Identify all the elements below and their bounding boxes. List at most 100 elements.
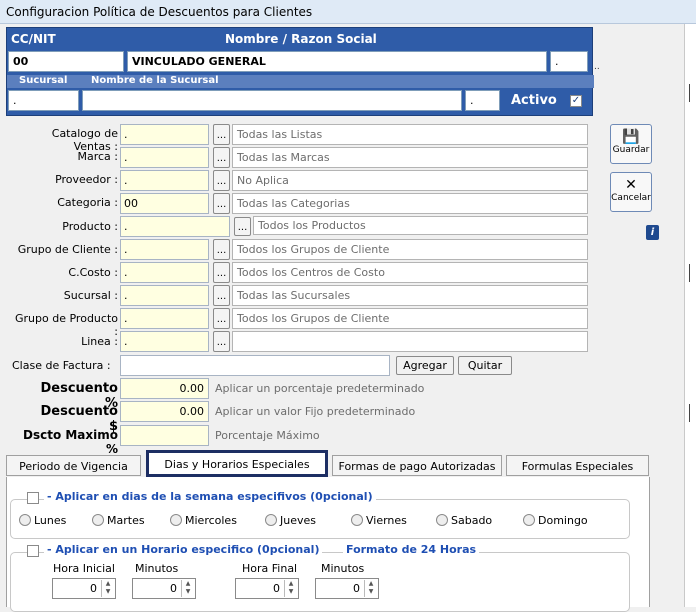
radio-sabado[interactable]: Sabado [436,514,492,527]
radio-viernes-label: Viernes [366,514,407,527]
descuento-val-field[interactable]: 0.00 [120,401,209,422]
header-dots: .. [594,62,600,72]
sucursal-row-label: Sucursal : [63,289,118,302]
radio-lunes-label: Lunes [34,514,67,527]
window-title: Configuracion Política de Descuentos par… [0,0,696,24]
producto-browse-button[interactable]: ... [234,217,251,236]
radio-viernes[interactable]: Viernes [351,514,407,527]
radio-domingo[interactable]: Domingo [523,514,588,527]
radio-miercoles-label: Miercoles [185,514,237,527]
minutos1-stepper[interactable]: 0 ▲ ▼ [132,578,196,599]
activo-checkbox[interactable]: ✓ [570,95,582,107]
quitar-button[interactable]: Quitar [458,356,512,375]
floppy-disk-icon: 💾 [622,129,640,145]
activo-label: Activo [511,93,557,108]
producto-field[interactable]: . [120,216,230,237]
linea-browse-button[interactable]: ... [213,331,230,352]
radio-lunes[interactable]: Lunes [19,514,66,527]
proveedor-browse-button[interactable]: ... [213,170,230,191]
tab-periodo-vigencia[interactable]: Periodo de Vigencia [6,455,141,476]
ccosto-label: C.Costo : [68,266,118,279]
categoria-field[interactable]: 00 [120,193,209,214]
spin-arrows-icon[interactable]: ▲ ▼ [284,580,297,597]
radio-jueves-label: Jueves [280,514,316,527]
radio-domingo-label: Domingo [538,514,588,527]
sucursal-label: Sucursal [19,75,68,86]
grupo-cliente-browse-button[interactable]: ... [213,239,230,260]
grupo-producto-browse-button[interactable]: ... [213,308,230,329]
clase-factura-field[interactable] [120,355,390,376]
horario-checkbox[interactable] [27,545,39,557]
spin-arrows-icon[interactable]: ▲ ▼ [101,580,114,597]
cancelar-button[interactable]: ✕ Cancelar [610,172,652,212]
radio-circle [265,514,277,526]
radio-sabado-label: Sabado [451,514,493,527]
strip-tick [689,84,690,102]
minutos2-stepper[interactable]: 0 ▲ ▼ [315,578,379,599]
grupo-producto-desc: Todos los Grupos de Cliente [232,308,588,329]
tab-formulas-especiales[interactable]: Formulas Especiales [506,455,649,476]
cancelar-label: Cancelar [611,193,651,203]
catalogo-field[interactable]: . [120,124,209,145]
radio-circle [436,514,448,526]
radio-circle [92,514,104,526]
linea-field[interactable]: . [120,331,209,352]
ccosto-desc: Todos los Centros de Costo [232,262,588,283]
strip-tick [689,404,690,422]
agregar-button[interactable]: Agregar [396,356,454,375]
guardar-button[interactable]: 💾 Guardar [610,124,652,164]
hora-inicial-stepper[interactable]: 0 ▲ ▼ [52,578,116,599]
radio-circle [523,514,535,526]
grupo-cliente-label: Grupo de Cliente : [17,243,118,256]
proveedor-label: Proveedor : [55,173,118,186]
hora-inicial-label: Hora Inicial [53,562,115,575]
nombre-sucursal-field[interactable] [82,90,462,111]
nombre-label: Nombre / Razon Social [225,32,377,46]
radio-circle [19,514,31,526]
header-extra-field[interactable]: . [550,51,588,72]
nombre-field[interactable]: VINCULADO GENERAL [127,51,547,72]
hora-inicial-value: 0 [90,582,97,595]
dscto-max-label: Dscto Maximo % [22,428,118,456]
grupo-producto-field[interactable]: . [120,308,209,329]
sucursal-extra-field[interactable]: . [465,90,500,111]
tab-strip: Periodo de Vigencia Dias y Horarios Espe… [6,450,650,477]
minutos2-label: Minutos [321,562,365,575]
marca-browse-button[interactable]: ... [213,147,230,168]
descuento-pct-field[interactable]: 0.00 [120,378,209,399]
hora-final-stepper[interactable]: 0 ▲ ▼ [235,578,299,599]
descuento-pct-hint: Aplicar un porcentaje predeterminado [215,382,425,395]
categoria-browse-button[interactable]: ... [213,193,230,214]
dscto-max-field[interactable] [120,425,209,446]
sucursal-field[interactable]: . [8,90,79,111]
radio-jueves[interactable]: Jueves [265,514,316,527]
catalogo-desc: Todas las Listas [232,124,588,145]
linea-label: Linea : [81,335,118,348]
catalogo-browse-button[interactable]: ... [213,124,230,145]
spin-arrows-icon[interactable]: ▲ ▼ [364,580,377,597]
horario-group-title: - Aplicar en un Horario especifico (0pci… [44,543,323,556]
grupo-cliente-field[interactable]: . [120,239,209,260]
spin-arrows-icon[interactable]: ▲ ▼ [181,580,194,597]
ccosto-field[interactable]: . [120,262,209,283]
dias-checkbox[interactable] [27,492,39,504]
sucursal-browse-button[interactable]: ... [213,285,230,306]
nombre-sucursal-label: Nombre de la Sucursal [91,75,219,86]
clase-factura-label: Clase de Factura : [12,359,111,372]
hora-final-value: 0 [273,582,280,595]
radio-circle [170,514,182,526]
tab-formas-pago[interactable]: Formas de pago Autorizadas [332,455,502,476]
producto-label: Producto : [62,220,118,233]
radio-martes[interactable]: Martes [92,514,145,527]
proveedor-field[interactable]: . [120,170,209,191]
tab-dias-horarios[interactable]: Dias y Horarios Especiales [146,450,328,477]
sucursal-row-field[interactable]: . [120,285,209,306]
info-icon[interactable]: i [646,225,659,240]
hora-final-label: Hora Final [242,562,298,575]
marca-field[interactable]: . [120,147,209,168]
radio-miercoles[interactable]: Miercoles [170,514,237,527]
marca-desc: Todas las Marcas [232,147,588,168]
ccosto-browse-button[interactable]: ... [213,262,230,283]
strip-tick [689,264,690,282]
ccnit-field[interactable]: 00 [8,51,124,72]
